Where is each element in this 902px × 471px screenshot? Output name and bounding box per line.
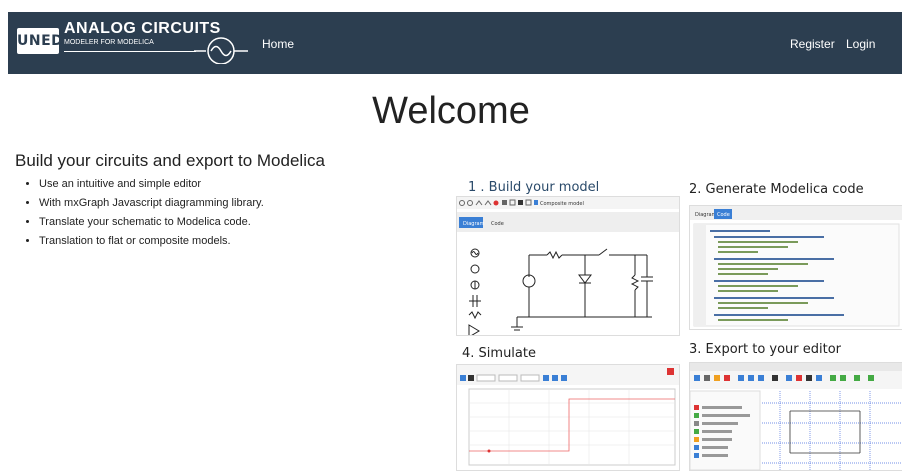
- export-screenshot-art: [690, 363, 902, 470]
- step-generate-title: 2. Generate Modelica code: [689, 182, 864, 197]
- step-export-title: 3. Export to your editor: [689, 342, 842, 357]
- page-subtitle: Build your circuits and export to Modeli…: [15, 151, 325, 170]
- feature-item: Use an intuitive and simple editor: [39, 177, 264, 191]
- navbar: UNED ANALOG CIRCUITS MODELER FOR MODELIC…: [8, 12, 902, 74]
- code-screenshot-art: Diagram Code: [690, 206, 902, 327]
- code-tab-diagram: Diagram: [695, 212, 717, 218]
- code-tab-code: Code: [717, 212, 730, 218]
- feature-item: With mxGraph Javascript diagramming libr…: [39, 196, 264, 210]
- editor-screenshot: Composite model Diagram Code: [456, 196, 680, 336]
- simulate-screenshot-art: [457, 365, 679, 466]
- nav-login-link[interactable]: Login: [846, 37, 875, 51]
- nav-register-link[interactable]: Register: [790, 37, 835, 51]
- editor-screenshot-art: Composite model Diagram Code: [457, 197, 679, 335]
- uned-logo[interactable]: UNED: [17, 28, 63, 54]
- export-screenshot: [689, 362, 902, 471]
- nav-home-link[interactable]: Home: [262, 37, 294, 51]
- step-simulate-title: 4. Simulate: [462, 346, 536, 361]
- brand-divider: [64, 51, 196, 52]
- page-title: Welcome: [372, 90, 530, 132]
- brand-subtitle: MODELER FOR MODELICA: [64, 39, 154, 46]
- simulate-screenshot: [456, 364, 680, 471]
- editor-tab-code: Code: [491, 221, 504, 227]
- feature-item: Translate your schematic to Modelica cod…: [39, 215, 264, 229]
- step-build-title: 1 . Build your model: [468, 180, 600, 195]
- sine-wave-icon: [194, 37, 248, 64]
- editor-tab-diagram: Diagram: [463, 221, 485, 227]
- feature-list: Use an intuitive and simple editor With …: [25, 177, 264, 253]
- code-screenshot: Diagram Code: [689, 205, 902, 330]
- editor-toolbar-label: Composite model: [540, 201, 584, 207]
- feature-item: Translation to flat or composite models.: [39, 234, 264, 248]
